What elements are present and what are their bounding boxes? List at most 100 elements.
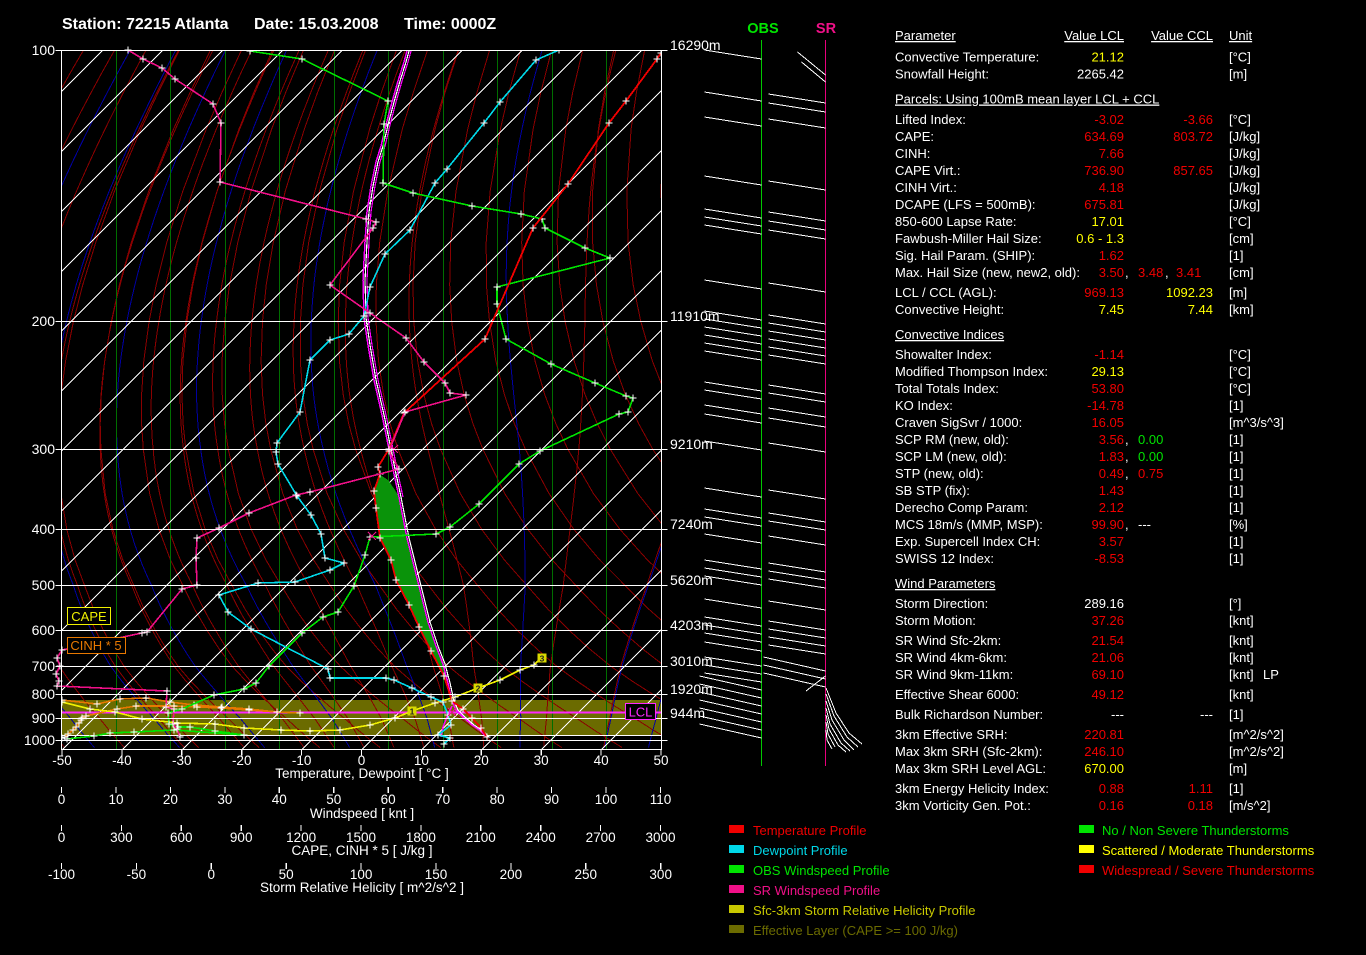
svg-text:16.05: 16.05 [1091, 415, 1124, 430]
svg-text:Storm Relative Helicity [ m^2: Storm Relative Helicity [ m^2/s^2 ] [260, 880, 464, 895]
svg-text:99.90: 99.90 [1091, 517, 1124, 532]
svg-text:0.00: 0.00 [1138, 432, 1163, 447]
svg-text:857.65: 857.65 [1173, 163, 1213, 178]
svg-text:Value LCL: Value LCL [1064, 28, 1124, 43]
svg-text:[m^2/s^2]: [m^2/s^2] [1229, 744, 1284, 759]
svg-text:40: 40 [594, 753, 609, 768]
svg-text:LCL: LCL [629, 705, 653, 720]
svg-text:CINH Virt.:: CINH Virt.: [895, 180, 957, 195]
svg-text:16290m: 16290m [670, 37, 721, 53]
svg-text:[1]: [1] [1229, 534, 1243, 549]
svg-text:69.10: 69.10 [1091, 667, 1124, 682]
svg-text:0.00: 0.00 [1138, 449, 1163, 464]
svg-text:-3.66: -3.66 [1183, 112, 1213, 127]
svg-text:0.6 - 1.3: 0.6 - 1.3 [1076, 231, 1124, 246]
svg-text:Effective Layer (CAPE >= 100 J: Effective Layer (CAPE >= 100 J/kg) [753, 923, 958, 938]
svg-text:Max. Hail Size (new, new2, old: Max. Hail Size (new, new2, old): [895, 265, 1080, 280]
svg-text:Bulk Richardson Number:: Bulk Richardson Number: [895, 707, 1043, 722]
svg-text:SCP RM (new, old):: SCP RM (new, old): [895, 432, 1009, 447]
svg-text:Date: 15.03.2008: Date: 15.03.2008 [254, 16, 379, 33]
svg-text:-40: -40 [112, 753, 132, 768]
svg-text:3.48: 3.48 [1138, 265, 1163, 280]
svg-text:0: 0 [208, 867, 216, 882]
svg-text:[J/kg]: [J/kg] [1229, 129, 1260, 144]
svg-text:[m]: [m] [1229, 67, 1247, 82]
svg-text:[%]: [%] [1229, 517, 1248, 532]
svg-text:[km]: [km] [1229, 302, 1254, 317]
svg-text:803.72: 803.72 [1173, 129, 1213, 144]
svg-text:200: 200 [32, 313, 56, 329]
svg-text:Value CCL: Value CCL [1151, 28, 1213, 43]
svg-text:250: 250 [575, 867, 598, 882]
svg-text:Wind Parameters: Wind Parameters [895, 576, 996, 591]
svg-text:DCAPE (LFS = 500mB):: DCAPE (LFS = 500mB): [895, 197, 1036, 212]
svg-text:[1]: [1] [1229, 466, 1243, 481]
svg-text:Convective Height:: Convective Height: [895, 302, 1004, 317]
svg-text:[1]: [1] [1229, 398, 1243, 413]
svg-text:2265.42: 2265.42 [1077, 67, 1124, 82]
svg-text:Windspeed [ knt ]: Windspeed [ knt ] [310, 806, 414, 821]
svg-text:0: 0 [58, 830, 66, 845]
svg-text:300: 300 [32, 441, 56, 457]
svg-text:Dewpoint Profile: Dewpoint Profile [753, 843, 848, 858]
svg-text:634.69: 634.69 [1084, 129, 1124, 144]
svg-text:[knt]: [knt] [1229, 613, 1254, 628]
svg-text:Parcels: Using 100mB mean laye: Parcels: Using 100mB mean layer LCL + CC… [895, 92, 1159, 107]
svg-text:---: --- [1111, 707, 1124, 722]
svg-text:No / Non Severe Thunderstorms: No / Non Severe Thunderstorms [1102, 823, 1289, 838]
svg-text:Exp. Supercell Index CH:: Exp. Supercell Index CH: [895, 534, 1040, 549]
svg-text:Station: 72215 Atlanta: Station: 72215 Atlanta [62, 16, 229, 33]
svg-text:1.43: 1.43 [1099, 483, 1124, 498]
svg-text:-14.78: -14.78 [1087, 398, 1124, 413]
svg-text:1920m: 1920m [670, 681, 713, 697]
svg-text:400: 400 [32, 521, 56, 537]
svg-text:500: 500 [32, 577, 56, 593]
svg-text:[cm]: [cm] [1229, 265, 1254, 280]
svg-text:1.83: 1.83 [1099, 449, 1124, 464]
svg-text:969.13: 969.13 [1084, 285, 1124, 300]
svg-text:[J/kg]: [J/kg] [1229, 163, 1260, 178]
svg-text:[1]: [1] [1229, 551, 1243, 566]
svg-text:3km Energy Helicity Index:: 3km Energy Helicity Index: [895, 781, 1049, 796]
svg-text:1.11: 1.11 [1189, 781, 1213, 796]
svg-text:7.45: 7.45 [1099, 302, 1124, 317]
svg-text:-3.02: -3.02 [1094, 112, 1124, 127]
svg-text:CAPE Virt.:: CAPE Virt.: [895, 163, 961, 178]
svg-text:3: 3 [540, 654, 545, 664]
svg-text:[°C]: [°C] [1229, 50, 1251, 65]
svg-text:3.50: 3.50 [1099, 265, 1124, 280]
svg-text:-8.53: -8.53 [1094, 551, 1124, 566]
svg-text:Showalter Index:: Showalter Index: [895, 347, 992, 362]
svg-text:[knt]: [knt] [1229, 633, 1254, 648]
svg-text:50: 50 [326, 792, 341, 807]
svg-text:,: , [1165, 265, 1169, 280]
svg-text:900: 900 [230, 830, 253, 845]
svg-text:21.06: 21.06 [1091, 650, 1124, 665]
svg-text:Snowfall Height:: Snowfall Height: [895, 67, 989, 82]
svg-text:2.12: 2.12 [1099, 500, 1124, 515]
svg-text:1092.23: 1092.23 [1166, 285, 1213, 300]
svg-text:11910m: 11910m [670, 308, 720, 324]
svg-text:STP (new, old):: STP (new, old): [895, 466, 984, 481]
svg-text:Widespread / Severe Thundersto: Widespread / Severe Thunderstorms [1102, 863, 1315, 878]
svg-text:5620m: 5620m [670, 572, 713, 588]
svg-text:9210m: 9210m [670, 436, 713, 452]
svg-text:20: 20 [474, 753, 489, 768]
svg-text:SR Wind Sfc-2km:: SR Wind Sfc-2km: [895, 633, 1001, 648]
svg-text:100: 100 [595, 792, 618, 807]
svg-text:Sig. Hail Param. (SHIP):: Sig. Hail Param. (SHIP): [895, 248, 1035, 263]
svg-text:2400: 2400 [526, 830, 556, 845]
svg-text:[°C]: [°C] [1229, 214, 1251, 229]
svg-text:[1]: [1] [1229, 432, 1243, 447]
svg-text:850-600 Lapse Rate:: 850-600 Lapse Rate: [895, 214, 1016, 229]
svg-text:0: 0 [58, 792, 66, 807]
svg-text:-1.14: -1.14 [1094, 347, 1124, 362]
svg-text:53.80: 53.80 [1091, 381, 1124, 396]
svg-text:3km Effective SRH:: 3km Effective SRH: [895, 727, 1007, 742]
svg-text:Sfc-3km Storm Relative Helicit: Sfc-3km Storm Relative Helicity Profile [753, 903, 976, 918]
svg-text:49.12: 49.12 [1091, 687, 1124, 702]
svg-text:40: 40 [272, 792, 287, 807]
svg-text:-50: -50 [127, 867, 147, 882]
svg-text:900: 900 [32, 710, 56, 726]
svg-text:Craven SigSvr / 1000:: Craven SigSvr / 1000: [895, 415, 1022, 430]
